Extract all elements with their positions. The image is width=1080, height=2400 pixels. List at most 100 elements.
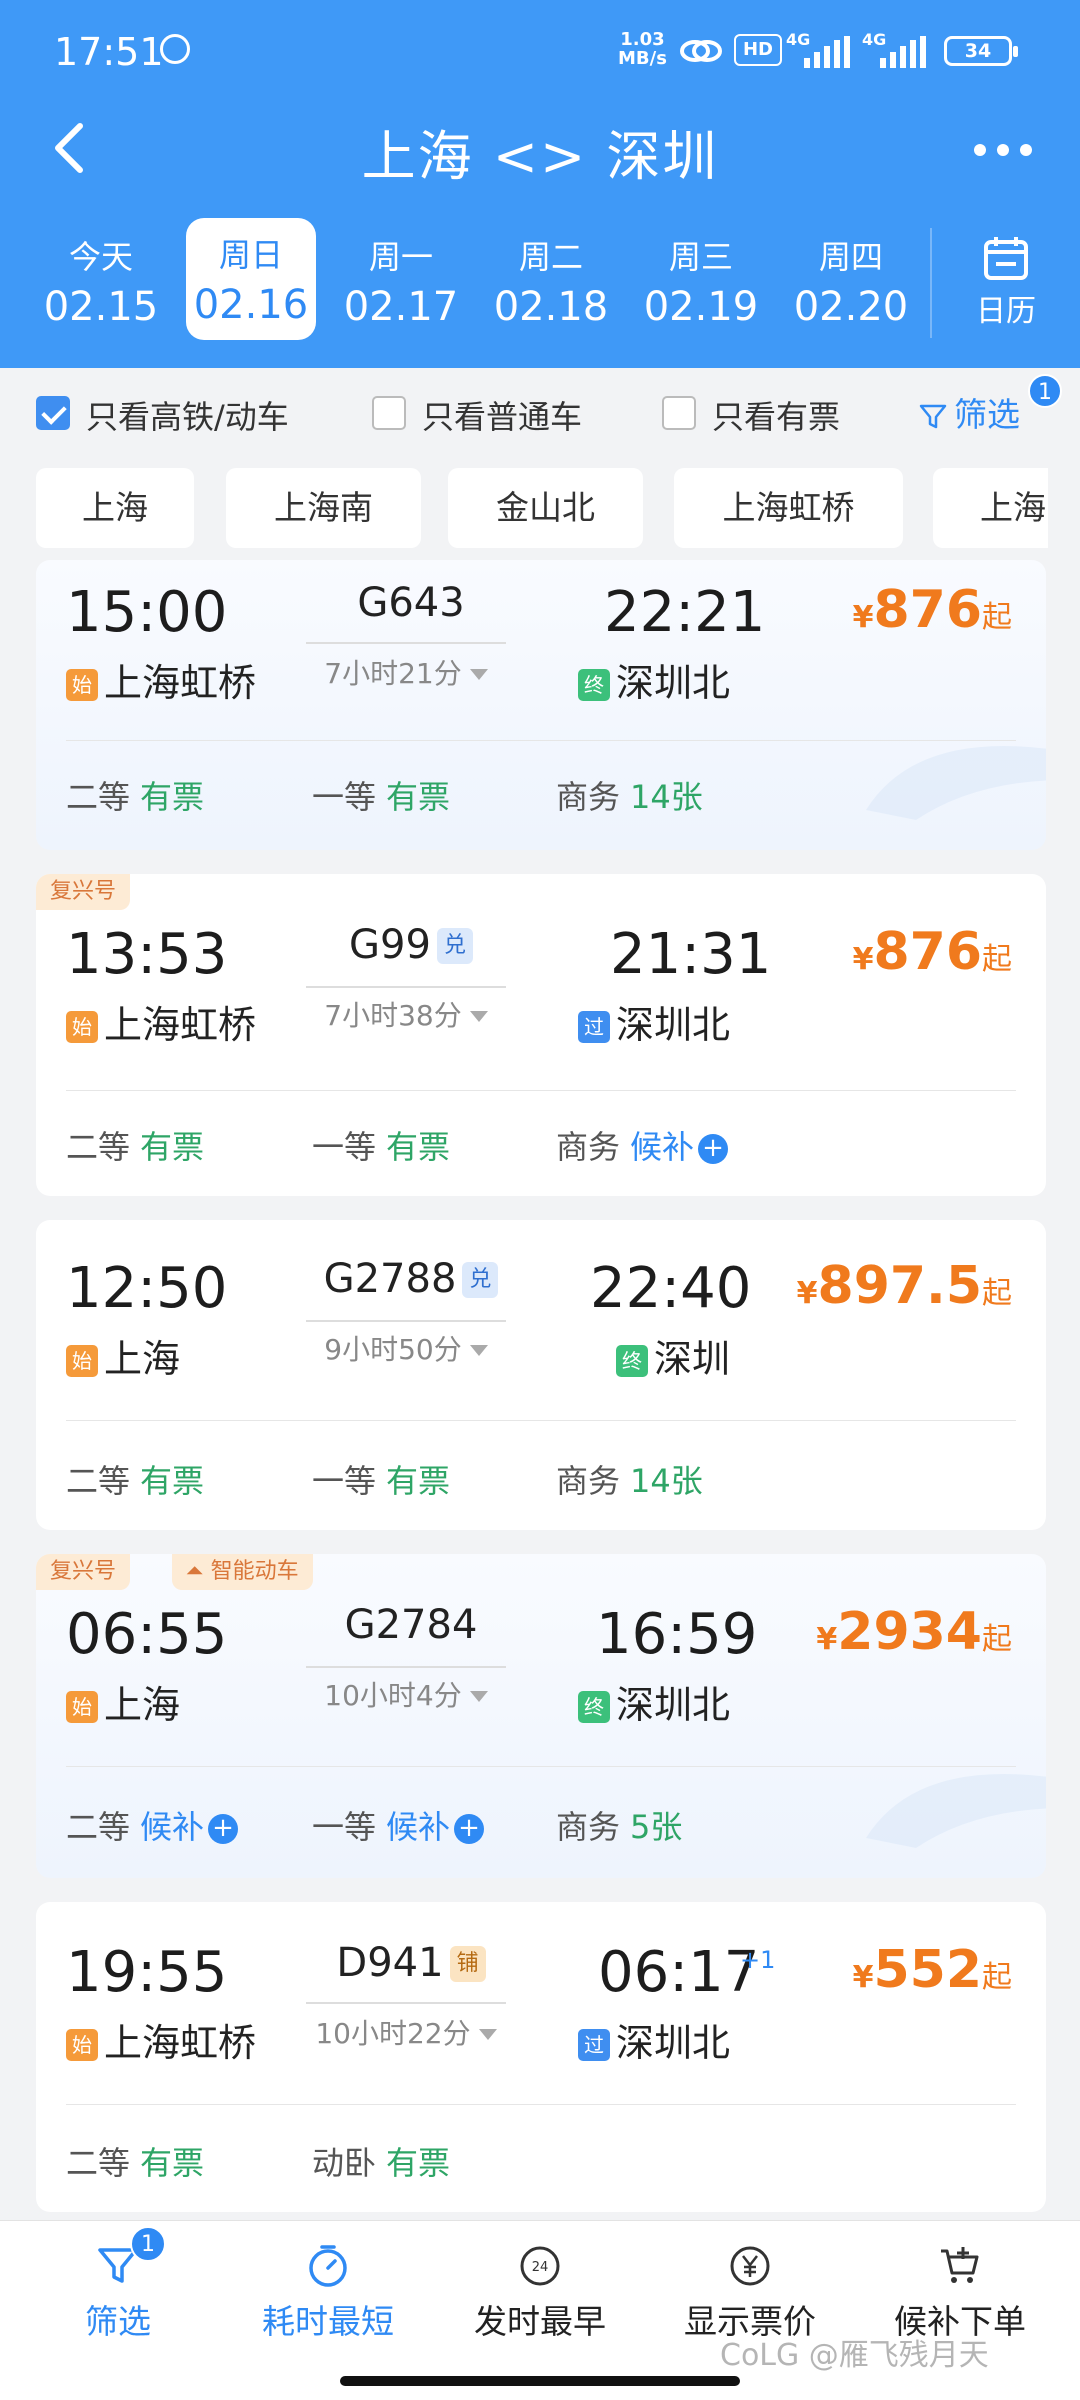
status-bar: 17:51 1.03 MB/s HD 4G 4G 34 xyxy=(0,0,1080,104)
exchange-badge: 兑 xyxy=(462,1262,499,1298)
dep-time: 15:00 xyxy=(66,580,228,645)
fuxing-tag: 复兴号 xyxy=(36,1554,131,1590)
sort-shortest-button[interactable]: 耗时最短 xyxy=(228,2243,428,2343)
waitlist-order-button[interactable]: 候补下单 xyxy=(860,2243,1060,2343)
to-station: 终深圳北 xyxy=(578,652,730,707)
clock-number: 24 xyxy=(532,2260,549,2275)
seat-business[interactable]: 商务 候补 + xyxy=(556,1122,729,1168)
calendar-button[interactable]: 日历 xyxy=(930,228,1080,338)
exchange-badge: 兑 xyxy=(436,928,473,964)
bottom-filter-button[interactable]: 筛选 xyxy=(18,2243,218,2343)
train-card-3[interactable]: 复兴号 ⏶ 智能动车 06:55 G2784 10小时4分 16:59 ¥293… xyxy=(36,1554,1046,1878)
net-speed-unit: MB/s xyxy=(618,48,667,69)
train-card-2[interactable]: 12:50 G2788 兑 9小时50分 22:40 ¥897.5起 始上海 终深… xyxy=(36,1220,1046,1530)
watermark-text: CoLG @雁飞残月天 xyxy=(720,2338,989,2373)
train-number: G643 xyxy=(357,580,465,626)
to-station: 过深圳北 xyxy=(578,994,730,1049)
duration[interactable]: 10小时22分 xyxy=(306,2012,506,2052)
filter-bar: 只看高铁/动车 只看普通车 只看有票 筛选 xyxy=(0,368,1080,450)
next-day-mark: +1 xyxy=(740,1946,776,1974)
route-title[interactable]: 上海 <> 深圳 xyxy=(0,112,1080,191)
station-chip-4[interactable]: 上海 xyxy=(933,468,1048,548)
terminal-icon: 终 xyxy=(578,669,610,701)
date-selector: 今天 02.15 周日 02.16 周一 02.17 周二 02.18 周三 02.19 … xyxy=(0,206,1080,346)
seat-sleeper: 动卧 有票 xyxy=(312,2144,451,2182)
station-chip-3[interactable]: 上海虹桥 xyxy=(674,468,903,548)
bottom-filter-label: 筛选 xyxy=(85,2302,151,2341)
from-station: 始上海虹桥 xyxy=(66,2012,256,2067)
smart-emu-tag: ⏶ 智能动车 xyxy=(172,1554,313,1590)
seat-first: 一等 有票 xyxy=(312,778,451,816)
station-chip-1[interactable]: 上海南 xyxy=(226,468,421,548)
arr-time: 21:31 xyxy=(610,922,772,987)
price: ¥876起 xyxy=(852,580,1012,640)
train-card-0[interactable]: 15:00 G643 7小时21分 22:21 ¥876起 始上海虹桥 终深圳北… xyxy=(36,560,1046,850)
signal-icon-1: 4G xyxy=(786,30,858,70)
seat-first: 一等 有票 xyxy=(312,1128,451,1166)
date-tab-2[interactable]: 周一 02.17 xyxy=(336,220,466,340)
arr-time: 22:21 xyxy=(604,580,766,645)
dep-time: 19:55 xyxy=(66,1940,228,2005)
price: ¥876起 xyxy=(852,922,1012,982)
seat-first: 一等 有票 xyxy=(312,1462,451,1500)
link-icon xyxy=(680,40,722,62)
terminal-icon: 终 xyxy=(616,1345,648,1377)
home-indicator[interactable] xyxy=(340,2376,740,2386)
seat-second[interactable]: 二等 候补 + xyxy=(66,1802,239,1848)
pass-icon: 过 xyxy=(578,2029,610,2061)
duration[interactable]: 7小时21分 xyxy=(306,652,506,692)
screen-button[interactable]: 筛选 xyxy=(918,388,1020,436)
duration[interactable]: 10小时4分 xyxy=(306,1674,506,1714)
from-station: 始上海虹桥 xyxy=(66,994,256,1049)
seat-second: 二等 有票 xyxy=(66,1128,205,1166)
header: 17:51 1.03 MB/s HD 4G 4G 34 上海 <> 深圳 今天 0… xyxy=(0,0,1080,368)
seat-second: 二等 有票 xyxy=(66,778,205,816)
notification-icon xyxy=(160,34,190,64)
seat-second: 二等 有票 xyxy=(66,1462,205,1500)
duration[interactable]: 9小时50分 xyxy=(306,1328,506,1368)
station-chips: 上海 上海南 金山北 上海虹桥 上海 xyxy=(0,450,1048,560)
status-time: 17:51 xyxy=(54,30,164,74)
clock-24-icon: 24 xyxy=(520,2246,560,2286)
funnel-icon xyxy=(919,404,947,428)
date-tab-1[interactable]: 周日 02.16 xyxy=(186,218,316,340)
station-chip-2[interactable]: 金山北 xyxy=(448,468,643,548)
from-station: 始上海 xyxy=(66,1674,180,1729)
date-tab-0[interactable]: 今天 02.15 xyxy=(36,220,166,340)
arr-time: 16:59 xyxy=(596,1602,758,1667)
fuxing-tag: 复兴号 xyxy=(36,874,131,910)
sort-earliest-button[interactable]: 24 发时最早 xyxy=(440,2243,640,2343)
train-watermark-icon xyxy=(866,1774,1046,1848)
show-price-button[interactable]: 显示票价 xyxy=(650,2243,850,2343)
seat-business: 商务 5张 xyxy=(556,1808,683,1846)
start-icon: 始 xyxy=(66,1345,98,1377)
to-station: 终深圳北 xyxy=(578,1674,730,1729)
screen-label: 筛选 xyxy=(954,395,1020,434)
from-station: 始上海虹桥 xyxy=(66,652,256,707)
timer-icon xyxy=(309,2245,347,2287)
train-number: D941 铺 xyxy=(306,1940,516,1986)
more-icon[interactable] xyxy=(968,124,1038,174)
seat-first[interactable]: 一等 候补 + xyxy=(312,1802,485,1848)
screen-badge: 1 xyxy=(1028,374,1062,408)
date-tab-4[interactable]: 周三 02.19 xyxy=(636,220,766,340)
bottom-filter-badge: 1 xyxy=(130,2226,166,2262)
seat-second: 二等 有票 xyxy=(66,2144,205,2182)
calendar-label: 日历 xyxy=(976,294,1036,329)
sort-earliest-label: 发时最早 xyxy=(474,2302,606,2341)
to-station: 终深圳 xyxy=(616,1328,730,1383)
plus-icon: + xyxy=(454,1814,485,1844)
train-list: 15:00 G643 7小时21分 22:21 ¥876起 始上海虹桥 终深圳北… xyxy=(0,560,1080,2220)
dep-time: 13:53 xyxy=(66,922,228,987)
sort-shortest-label: 耗时最短 xyxy=(262,2302,394,2341)
date-tab-5[interactable]: 周四 02.20 xyxy=(786,220,916,340)
start-icon: 始 xyxy=(66,1691,98,1723)
train-card-4[interactable]: 19:55 D941 铺 10小时22分 06:17 +1 ¥552起 始上海虹桥… xyxy=(36,1902,1046,2212)
station-chip-0[interactable]: 上海 xyxy=(36,468,194,548)
train-watermark-icon xyxy=(866,746,1046,820)
train-card-1[interactable]: 复兴号 13:53 G99 兑 7小时38分 21:31 ¥876起 始上海虹桥 … xyxy=(36,874,1046,1196)
train-small-icon: ⏶ xyxy=(186,1559,211,1584)
date-tab-3[interactable]: 周二 02.18 xyxy=(486,220,616,340)
train-number: G99 兑 xyxy=(306,922,516,968)
duration[interactable]: 7小时38分 xyxy=(306,994,506,1034)
